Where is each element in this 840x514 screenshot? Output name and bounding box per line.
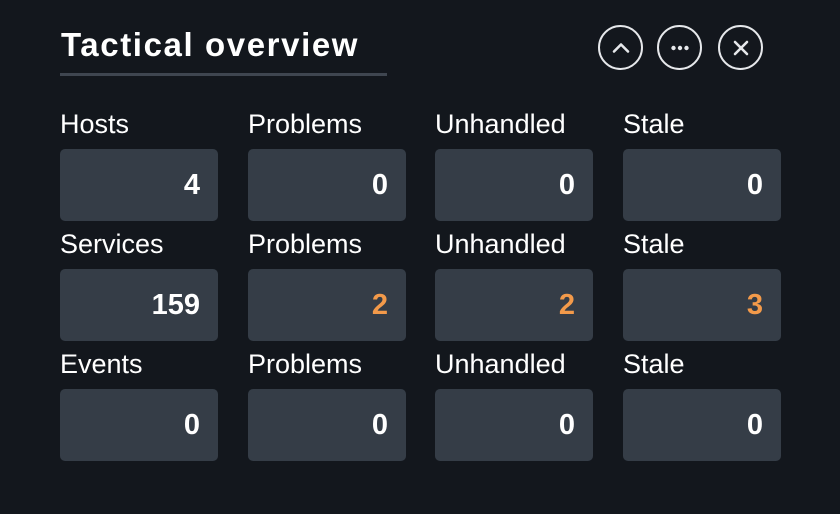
host-stale-label: Stale — [623, 109, 685, 139]
event-stale-tile[interactable]: 0 — [623, 389, 781, 461]
collapse-button[interactable] — [598, 25, 643, 70]
event-problems-tile[interactable]: 0 — [248, 389, 406, 461]
panel-title: Tactical overview — [61, 26, 360, 63]
hosts-count-tile[interactable]: 4 — [60, 149, 218, 221]
more-options-button[interactable] — [657, 25, 702, 70]
service-stale-label: Stale — [623, 229, 685, 259]
chevron-up-icon — [612, 42, 629, 53]
service-stale-tile[interactable]: 3 — [623, 269, 781, 341]
services-label: Services — [60, 229, 164, 259]
services-count-tile[interactable]: 159 — [60, 269, 218, 341]
event-problems-label: Problems — [248, 349, 363, 379]
events-label: Events — [60, 349, 143, 379]
host-unhandled-tile[interactable]: 0 — [435, 149, 593, 221]
service-unhandled-label: Unhandled — [435, 229, 566, 259]
service-unhandled-tile[interactable]: 2 — [435, 269, 593, 341]
events-count-tile[interactable]: 0 — [60, 389, 218, 461]
close-icon — [733, 40, 748, 55]
event-stale-label: Stale — [623, 349, 685, 379]
close-button[interactable] — [718, 25, 763, 70]
title-underline: Tactical overview — [60, 20, 387, 76]
service-problems-tile[interactable]: 2 — [248, 269, 406, 341]
more-horizontal-icon — [670, 45, 689, 50]
hosts-label: Hosts — [60, 109, 130, 139]
service-problems-label: Problems — [248, 229, 363, 259]
host-unhandled-label: Unhandled — [435, 109, 566, 139]
host-problems-label: Problems — [248, 109, 363, 139]
host-problems-tile[interactable]: 0 — [248, 149, 406, 221]
host-stale-tile[interactable]: 0 — [623, 149, 781, 221]
event-unhandled-tile[interactable]: 0 — [435, 389, 593, 461]
event-unhandled-label: Unhandled — [435, 349, 566, 379]
tactical-overview-panel: Tactical overview Hosts Problems Unhandl… — [0, 0, 840, 514]
